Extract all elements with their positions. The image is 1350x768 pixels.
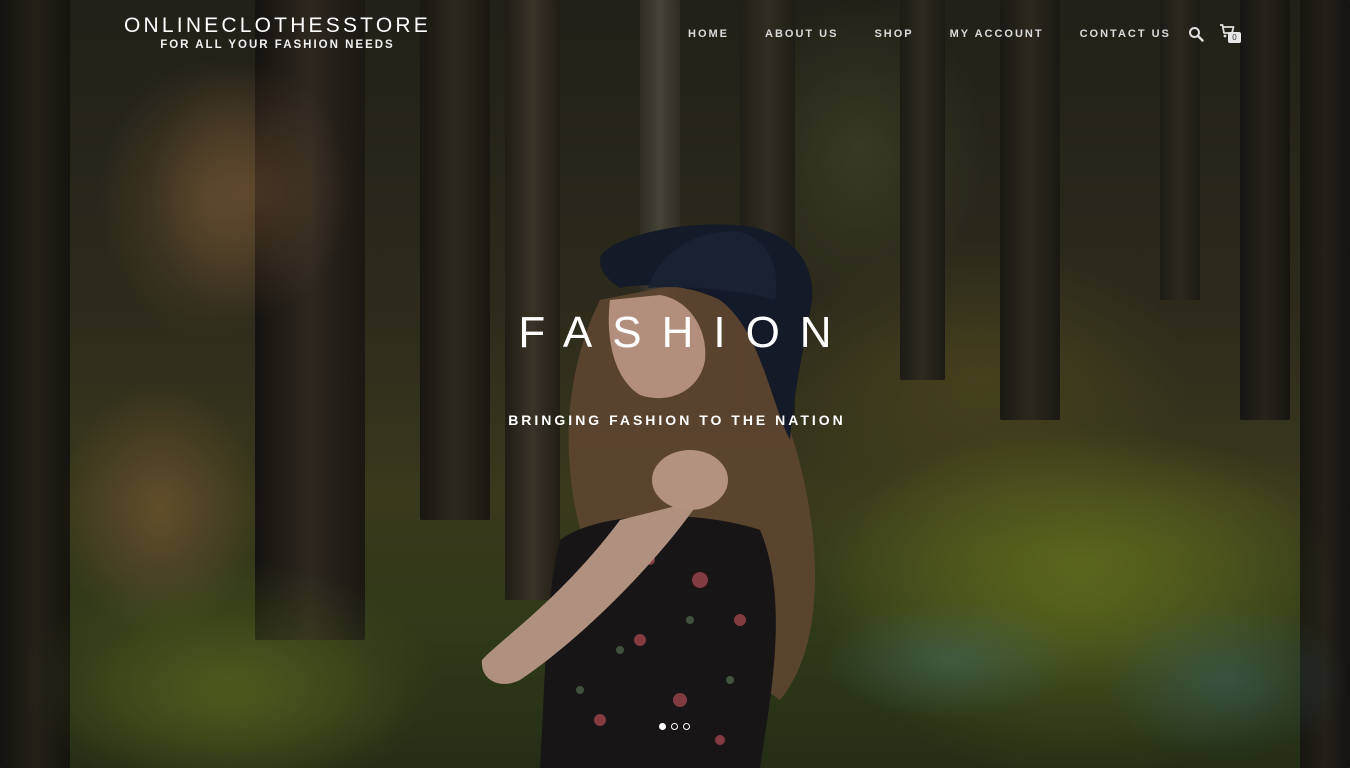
slider-dot-3[interactable]	[683, 723, 690, 730]
nav-item-contact-us[interactable]: CONTACT US	[1080, 28, 1171, 40]
search-icon[interactable]	[1188, 26, 1204, 42]
nav-item-about-us[interactable]: ABOUT US	[765, 28, 838, 40]
site-brand[interactable]: ONLINECLOTHESSTORE FOR ALL YOUR FASHION …	[124, 14, 431, 51]
nav-item-home[interactable]: HOME	[688, 28, 729, 40]
main-nav: HOME ABOUT US SHOP MY ACCOUNT CONTACT US	[688, 28, 1171, 40]
site-tagline: FOR ALL YOUR FASHION NEEDS	[160, 39, 395, 51]
hero-section: ONLINECLOTHESSTORE FOR ALL YOUR FASHION …	[0, 0, 1350, 768]
cart-button[interactable]: 0	[1219, 23, 1243, 45]
slider-dot-1[interactable]	[659, 723, 666, 730]
slider-pagination	[659, 723, 690, 730]
hero-subtitle: BRINGING FASHION TO THE NATION	[508, 412, 846, 428]
site-title[interactable]: ONLINECLOTHESSTORE	[124, 14, 431, 38]
hero-title: FASHION	[518, 308, 852, 357]
slider-dot-2[interactable]	[671, 723, 678, 730]
nav-item-my-account[interactable]: MY ACCOUNT	[950, 28, 1044, 40]
nav-item-shop[interactable]: SHOP	[874, 28, 913, 40]
cart-count-badge: 0	[1228, 32, 1241, 43]
image-overlay	[0, 0, 1350, 768]
